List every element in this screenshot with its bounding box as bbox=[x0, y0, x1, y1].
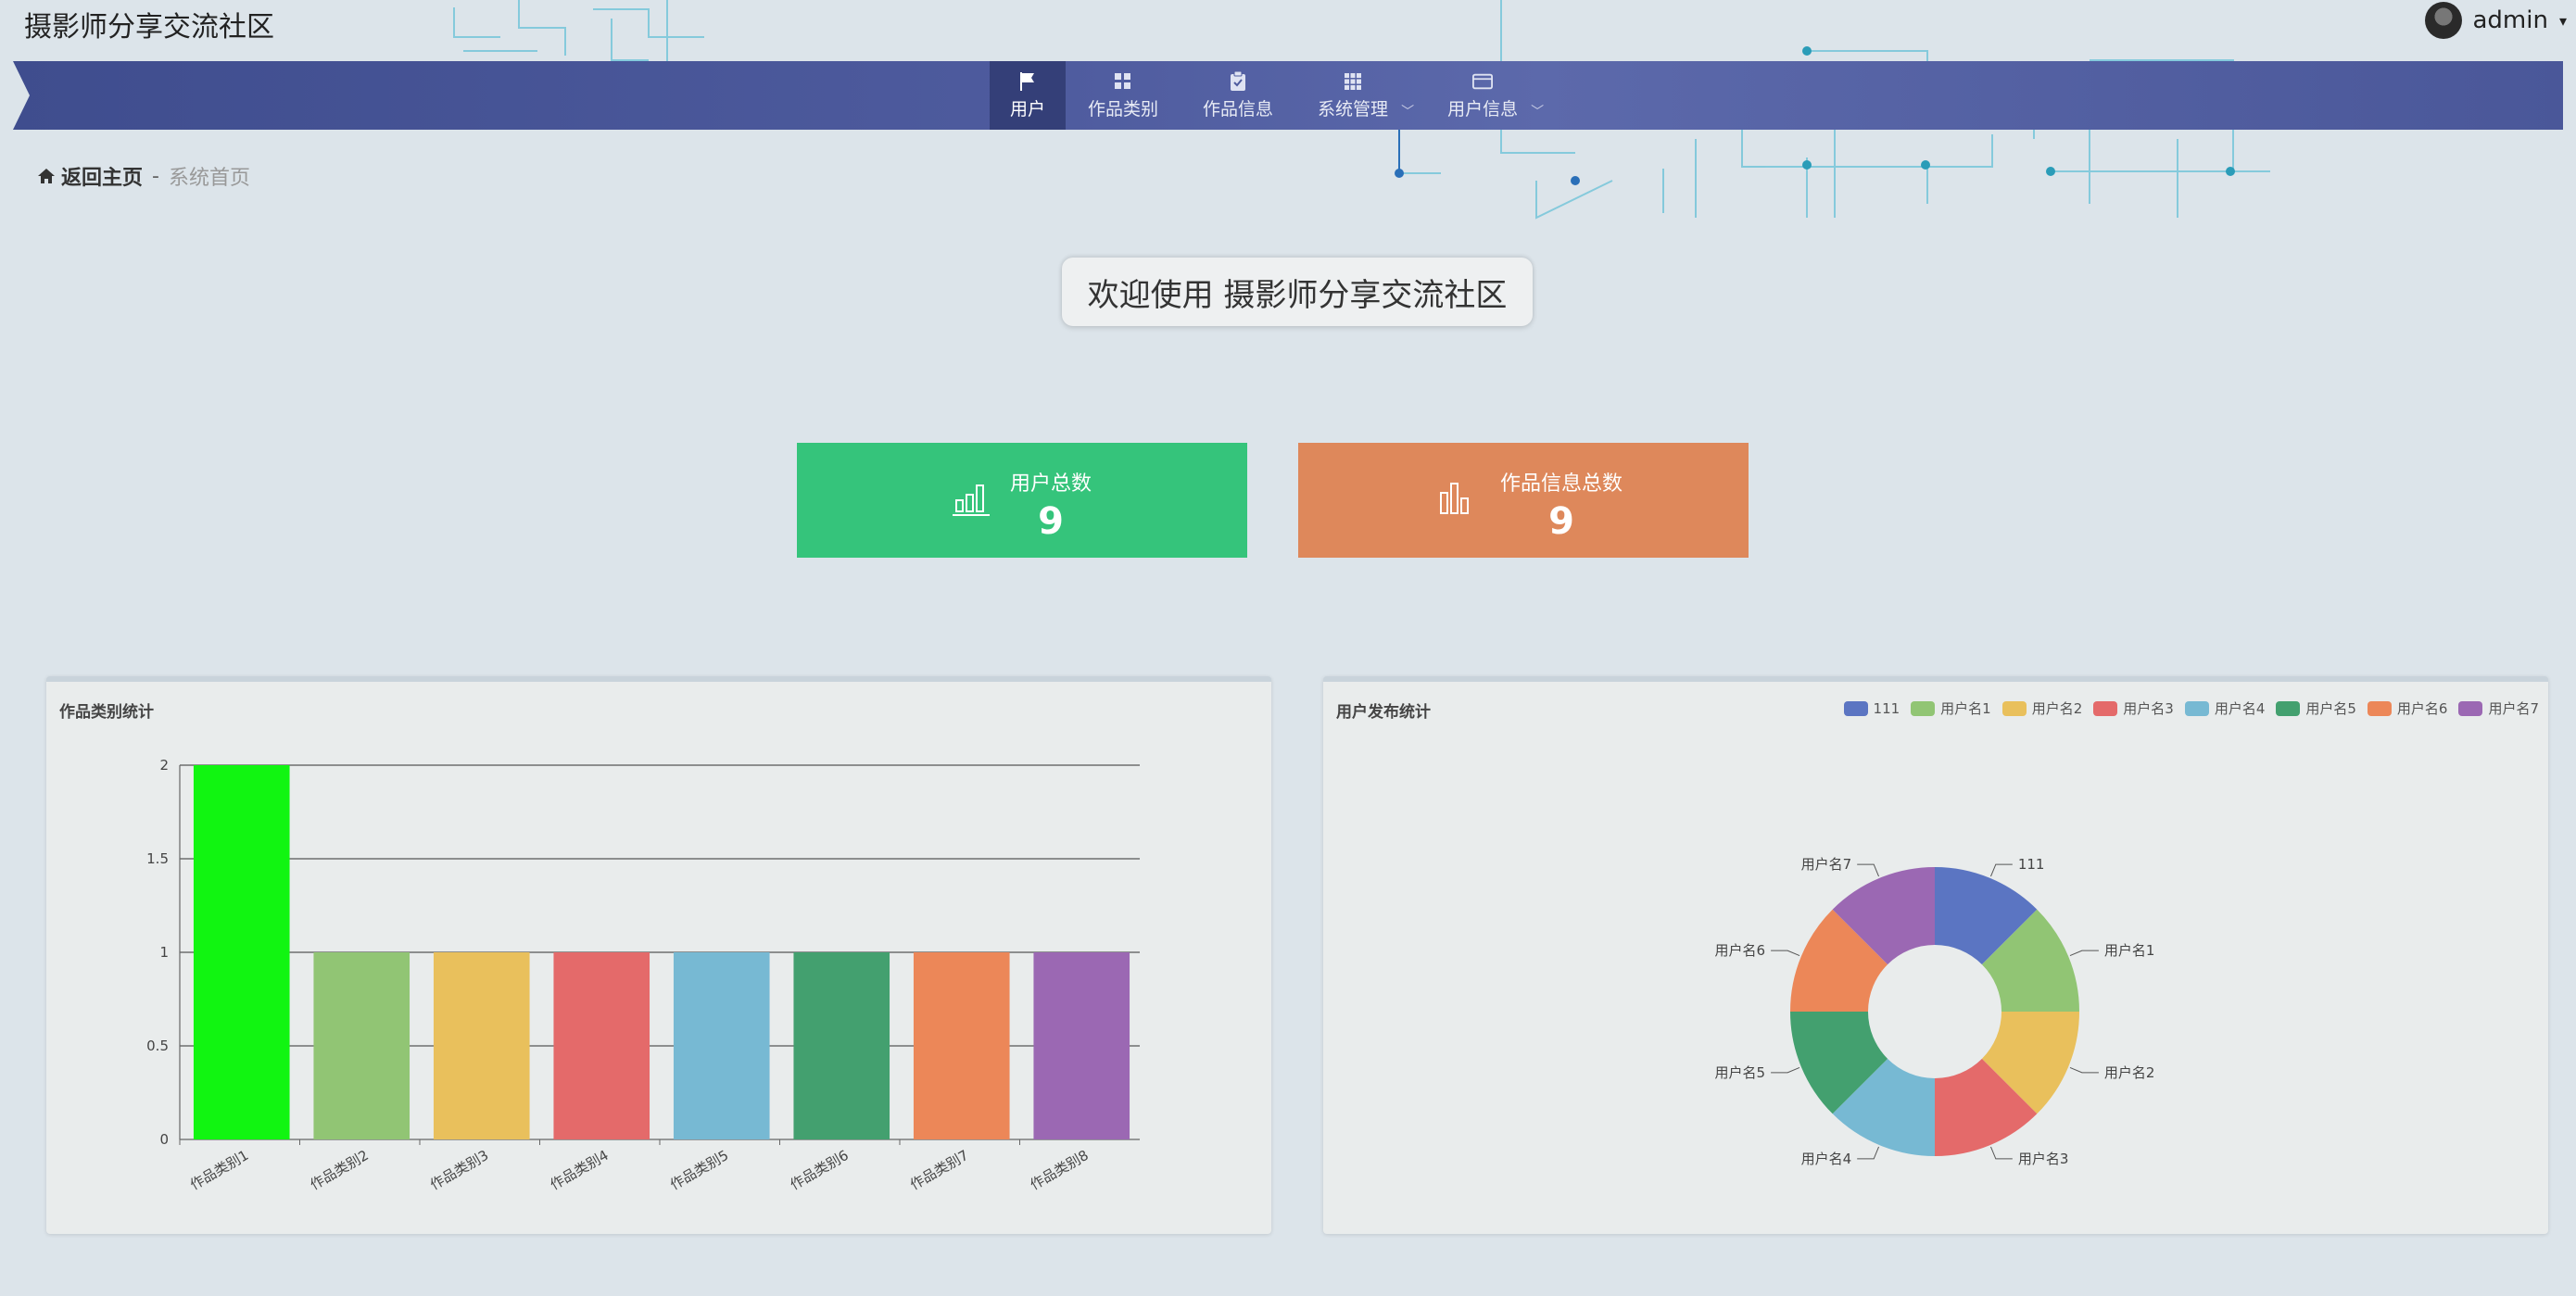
slice-label: 用户名4 bbox=[1801, 1151, 1852, 1167]
label-line bbox=[1990, 1146, 2013, 1160]
bar[interactable] bbox=[1033, 952, 1130, 1139]
nav-item-label: 作品信息 bbox=[1203, 98, 1274, 120]
nav-item-label: 用户 bbox=[1010, 98, 1046, 120]
nav-item-system-management[interactable]: 系统管理 ﹀ bbox=[1295, 61, 1425, 130]
x-tick-label: 作品类别4 bbox=[547, 1147, 611, 1193]
label-line bbox=[2069, 1067, 2099, 1074]
nav-item-user-info[interactable]: 用户信息 ﹀ bbox=[1425, 61, 1555, 130]
bar[interactable] bbox=[673, 952, 770, 1139]
nav-item-label: 作品类别 bbox=[1088, 98, 1159, 120]
x-tick-label: 作品类别3 bbox=[427, 1147, 491, 1193]
apps-icon bbox=[1343, 71, 1363, 92]
y-tick-label: 1.5 bbox=[146, 850, 169, 867]
slice-label: 用户名5 bbox=[1715, 1064, 1766, 1081]
label-line bbox=[1990, 863, 2013, 877]
work-category-chart-panel: 作品类别统计 0 0.5 1 1.5 2 作品类别1 作品类别2 作品类别3 作品类别4 作品类别… bbox=[46, 676, 1271, 1234]
bar[interactable] bbox=[793, 952, 890, 1139]
stat-label: 用户总数 bbox=[1010, 472, 1092, 496]
flag-icon bbox=[1017, 71, 1038, 92]
nav-menu: 用户 作品类别 作品信息 系统管理 ﹀ 用户信息 ﹀ bbox=[990, 61, 1555, 130]
slice-label: 用户名1 bbox=[2104, 942, 2155, 959]
user-name[interactable]: admin bbox=[2473, 6, 2548, 34]
nav-item-work-categories[interactable]: 作品类别 bbox=[1066, 61, 1181, 130]
breadcrumb-home-label: 返回主页 bbox=[61, 167, 144, 190]
stat-label: 作品信息总数 bbox=[1500, 472, 1623, 496]
label-line bbox=[1857, 1146, 1879, 1160]
y-tick-label: 2 bbox=[159, 757, 169, 774]
slice-label: 用户名6 bbox=[1715, 942, 1766, 959]
x-tick-label: 作品类别7 bbox=[907, 1147, 971, 1193]
bar[interactable] bbox=[433, 952, 530, 1139]
slice-label: 用户名2 bbox=[2104, 1064, 2155, 1081]
bar-chart-icon bbox=[953, 484, 990, 516]
bar[interactable] bbox=[193, 765, 290, 1139]
y-tick-label: 1 bbox=[159, 944, 169, 961]
nav-item-work-info[interactable]: 作品信息 bbox=[1181, 61, 1295, 130]
nav-item-label: 系统管理 bbox=[1318, 98, 1389, 120]
bar[interactable] bbox=[313, 952, 410, 1139]
slice-label: 用户名3 bbox=[2018, 1151, 2069, 1167]
app-title: 摄影师分享交流社区 bbox=[24, 11, 274, 44]
x-tick-label: 作品类别5 bbox=[667, 1147, 731, 1193]
nav-item-label: 用户信息 bbox=[1447, 98, 1519, 120]
stat-card-users: 用户总数 9 bbox=[797, 443, 1247, 558]
navbar-notch-left bbox=[13, 61, 30, 130]
bar[interactable] bbox=[553, 952, 650, 1139]
breadcrumb-current: 系统首页 bbox=[168, 167, 250, 190]
breadcrumb-separator: - bbox=[152, 164, 159, 188]
chevron-down-icon[interactable]: ▾ bbox=[2559, 12, 2567, 30]
home-icon bbox=[38, 169, 55, 183]
label-line bbox=[2069, 950, 2099, 956]
clipboard-icon bbox=[1228, 70, 1248, 92]
user-menu[interactable]: admin ▾ bbox=[2424, 2, 2567, 39]
user-publish-chart-panel: 用户发布统计 111 用户名1 用户名2 用户名3 用户名4 用户名5 用户名6 用户名7 1… bbox=[1323, 676, 2548, 1234]
grid-icon bbox=[1113, 71, 1133, 92]
stat-value: 9 bbox=[1038, 500, 1064, 543]
avatar[interactable] bbox=[2424, 2, 2462, 39]
y-tick-label: 0 bbox=[159, 1131, 169, 1148]
pie-chart: 111 用户名1 用户名2 用户名3 用户名4 用户名5 用户名6 用户名7 bbox=[1715, 856, 2155, 1167]
slice-label: 111 bbox=[2018, 856, 2045, 873]
y-tick-label: 0.5 bbox=[146, 1038, 169, 1054]
breadcrumb-home-link[interactable]: 返回主页 bbox=[37, 161, 143, 191]
card-icon bbox=[1472, 71, 1494, 92]
label-line bbox=[1771, 1067, 1800, 1074]
x-tick-label: 作品类别1 bbox=[187, 1147, 251, 1193]
navbar-notch-right bbox=[2563, 61, 2576, 130]
top-bar: 摄影师分享交流社区 admin ▾ bbox=[0, 0, 2576, 61]
label-line bbox=[1857, 863, 1879, 877]
x-tick-label: 作品类别2 bbox=[307, 1147, 371, 1193]
bar[interactable] bbox=[913, 952, 1010, 1139]
label-line bbox=[1771, 950, 1800, 956]
nav-item-users[interactable]: 用户 bbox=[990, 61, 1067, 130]
bar-chart: 0 0.5 1 1.5 2 作品类别1 作品类别2 作品类别3 作品类别4 作品类别5 作品类别6 作… bbox=[146, 757, 1140, 1193]
stat-value: 9 bbox=[1548, 500, 1574, 543]
breadcrumb: 返回主页 - 系统首页 bbox=[37, 161, 250, 191]
bar-chart-icon bbox=[1440, 483, 1469, 514]
chevron-down-icon: ﹀ bbox=[1531, 105, 1545, 120]
stat-card-works: 作品信息总数 9 bbox=[1298, 443, 1749, 558]
chevron-down-icon: ﹀ bbox=[1401, 105, 1415, 120]
x-tick-label: 作品类别8 bbox=[1027, 1147, 1091, 1193]
welcome-banner: 欢迎使用 摄影师分享交流社区 bbox=[1062, 258, 1533, 326]
slice-label: 用户名7 bbox=[1801, 856, 1852, 873]
x-tick-label: 作品类别6 bbox=[787, 1147, 851, 1193]
